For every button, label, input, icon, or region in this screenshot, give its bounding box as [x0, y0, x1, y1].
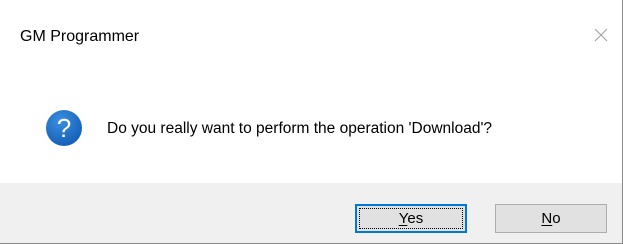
yes-button-label: Yes — [399, 210, 423, 228]
close-button[interactable] — [586, 20, 616, 50]
dialog-body: ? Do you really want to perform the oper… — [0, 70, 622, 183]
no-mnemonic: N — [541, 209, 553, 227]
no-button[interactable]: No — [495, 204, 607, 233]
message-box-dialog: GM Programmer ? Do you really want to pe… — [0, 0, 623, 244]
close-icon — [594, 28, 608, 42]
dialog-message: Do you really want to perform the operat… — [107, 120, 493, 137]
question-glyph: ? — [57, 113, 71, 143]
yes-button[interactable]: Yes — [355, 204, 467, 233]
button-bar: Yes No — [0, 183, 622, 243]
window-title: GM Programmer — [20, 28, 140, 45]
no-label-rest: o — [552, 209, 561, 227]
yes-label-rest: es — [407, 209, 424, 227]
question-icon: ? — [46, 110, 82, 146]
title-bar[interactable]: GM Programmer — [0, 0, 622, 70]
no-button-label: No — [541, 210, 560, 228]
